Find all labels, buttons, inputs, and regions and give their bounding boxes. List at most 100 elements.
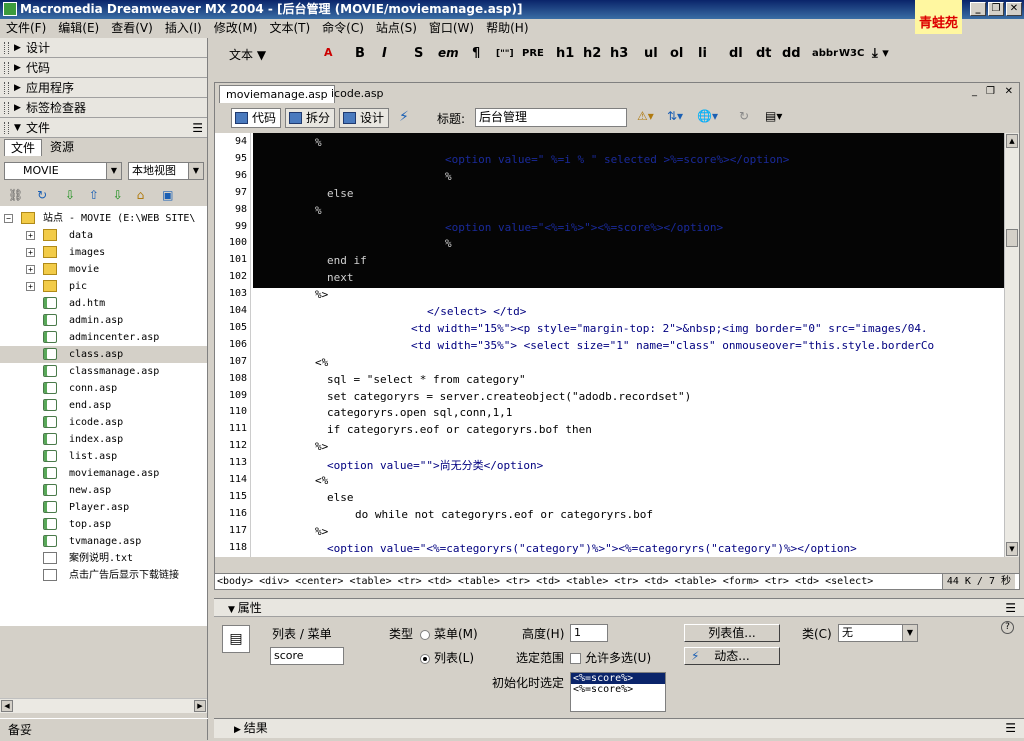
dynamic-button[interactable]: ⚡ 动态... xyxy=(684,647,780,665)
tree-file[interactable]: index.asp xyxy=(43,431,123,448)
panel-design[interactable]: ▶ 设计 xyxy=(0,38,207,58)
code-line[interactable]: % xyxy=(445,237,452,250)
code-line[interactable]: </select> </td> xyxy=(427,305,526,318)
code-line[interactable]: do while not categoryrs.eof or categoryr… xyxy=(355,508,653,521)
tree-file[interactable]: top.asp xyxy=(43,516,111,533)
h1-button[interactable]: h1 xyxy=(556,46,574,61)
results-panel-header[interactable]: ▶ 结果 ☰ xyxy=(214,718,1024,738)
code-line[interactable]: <option value="<%=categoryrs("category")… xyxy=(327,542,857,555)
design-view-button[interactable]: 设计 xyxy=(339,108,390,128)
get-files-icon[interactable]: ⇩ xyxy=(65,188,75,202)
tree-file[interactable]: new.asp xyxy=(43,482,111,499)
pre-button[interactable]: PRE xyxy=(522,48,544,59)
class-select[interactable]: 无 ▼ xyxy=(838,624,918,642)
scroll-down-icon[interactable]: ▼ xyxy=(1006,542,1018,556)
ul-button[interactable]: ul xyxy=(644,46,658,61)
tree-file[interactable]: moviemanage.asp xyxy=(43,465,159,482)
abbr-button[interactable]: abbr xyxy=(812,48,838,59)
tab-icode[interactable]: icode.asp xyxy=(325,85,390,103)
code-line[interactable]: if categoryrs.eof or categoryrs.bof then xyxy=(327,423,592,436)
tree-folder[interactable]: + images xyxy=(26,244,105,261)
scroll-thumb[interactable] xyxy=(1006,229,1018,247)
code-line[interactable]: categoryrs.open sql,conn,1,1 xyxy=(327,406,512,419)
expand-panel-icon[interactable]: ▣ xyxy=(162,188,173,202)
code-line[interactable]: %> xyxy=(315,440,328,453)
menu-insert[interactable]: 插入(I) xyxy=(159,19,208,38)
code-line[interactable]: end if xyxy=(327,254,367,267)
download-icon[interactable]: ⤓ ▾ xyxy=(872,46,889,61)
panel-files[interactable]: ▼ 文件 ☰ xyxy=(0,118,207,138)
tree-file[interactable]: 案例说明.txt xyxy=(43,550,133,567)
code-line[interactable]: else xyxy=(327,187,354,200)
initial-selection-list[interactable]: <%=score%> <%=score%> xyxy=(570,672,666,712)
code-line[interactable]: %> xyxy=(315,288,328,301)
tree-file[interactable]: end.asp xyxy=(43,397,111,414)
tree-folder[interactable]: + pic xyxy=(26,278,87,295)
italic-button[interactable]: I xyxy=(382,46,387,61)
height-input[interactable]: 1 xyxy=(570,624,608,642)
menu-view[interactable]: 查看(V) xyxy=(105,19,159,38)
expand-icon[interactable]: + xyxy=(26,247,35,257)
tab-moviemanage[interactable]: moviemanage.asp xyxy=(219,85,335,103)
h2-button[interactable]: h2 xyxy=(583,46,601,61)
code-line[interactable]: <option value="">尚无分类</option> xyxy=(327,457,543,473)
minimize-button[interactable]: _ xyxy=(970,2,986,16)
collapse-icon[interactable]: − xyxy=(4,213,13,223)
menu-radio[interactable]: 菜单(M) xyxy=(420,625,478,642)
menu-edit[interactable]: 编辑(E) xyxy=(52,19,105,38)
ol-button[interactable]: ol xyxy=(670,46,683,61)
panel-options-icon[interactable]: ☰ xyxy=(192,118,203,138)
panel-application[interactable]: ▶ 应用程序 xyxy=(0,78,207,98)
view-select[interactable]: 本地视图 ▼ xyxy=(128,162,204,180)
refresh-icon[interactable]: ↻ xyxy=(37,188,47,202)
live-data-icon[interactable]: ⚡ xyxy=(399,109,409,125)
insert-category-dropdown[interactable]: 文本 ▼ xyxy=(229,46,266,63)
menu-help[interactable]: 帮助(H) xyxy=(480,19,534,38)
bold-button[interactable]: B xyxy=(355,46,365,61)
expand-icon[interactable]: + xyxy=(26,264,35,274)
code-line[interactable]: <td width="15%"><p style="margin-top: 2"… xyxy=(411,322,928,335)
check-out-icon[interactable]: ⇩ xyxy=(113,188,123,202)
tree-hscrollbar[interactable]: ◀ ▶ xyxy=(0,698,207,713)
menu-site[interactable]: 站点(S) xyxy=(370,19,423,38)
strong-button[interactable]: S xyxy=(414,46,423,61)
dd-button[interactable]: dd xyxy=(782,46,801,61)
dl-button[interactable]: dl xyxy=(729,46,743,61)
tab-files[interactable]: 文件 xyxy=(4,139,43,156)
em-button[interactable]: em xyxy=(438,46,459,60)
code-line[interactable]: <option value=" %=i % " selected >%=scor… xyxy=(445,153,789,166)
tree-file[interactable]: list.asp xyxy=(43,448,117,465)
scroll-left-icon[interactable]: ◀ xyxy=(1,700,13,712)
file-management-icon[interactable]: ⇅▾ xyxy=(667,109,683,123)
menu-window[interactable]: 窗口(W) xyxy=(423,19,480,38)
panel-options-icon[interactable]: ☰ xyxy=(1005,719,1016,738)
tree-folder[interactable]: + data xyxy=(26,227,93,244)
panel-options-icon[interactable]: ☰ xyxy=(1005,599,1016,617)
doc-close-icon[interactable]: ✕ xyxy=(1005,86,1013,97)
tree-root[interactable]: − 站点 - MOVIE (E:\WEB SITE\ xyxy=(4,210,195,227)
allow-multiple-checkbox[interactable]: 允许多选(U) xyxy=(570,649,651,666)
help-icon[interactable]: ? xyxy=(1001,621,1014,634)
tree-file-selected[interactable]: class.asp xyxy=(0,346,207,363)
doc-restore-icon[interactable]: ❐ xyxy=(986,86,995,97)
li-button[interactable]: li xyxy=(698,46,707,61)
code-view-button[interactable]: 代码 xyxy=(231,108,282,128)
paragraph-button[interactable]: ¶ xyxy=(472,46,480,61)
menu-text[interactable]: 文本(T) xyxy=(263,19,316,38)
tree-file[interactable]: admin.asp xyxy=(43,312,123,329)
doc-title-input[interactable]: 后台管理 xyxy=(475,108,627,127)
h3-button[interactable]: h3 xyxy=(610,46,628,61)
put-files-icon[interactable]: ⇧ xyxy=(89,188,99,202)
blockquote-button[interactable]: [""] xyxy=(496,49,514,59)
tree-file[interactable]: conn.asp xyxy=(43,380,117,397)
scroll-right-icon[interactable]: ▶ xyxy=(194,700,206,712)
tree-file[interactable]: admincenter.asp xyxy=(43,329,159,346)
list-values-button[interactable]: 列表值... xyxy=(684,624,780,642)
menu-commands[interactable]: 命令(C) xyxy=(316,19,370,38)
preview-browser-icon[interactable]: 🌐▾ xyxy=(697,109,718,123)
panel-tag-inspector[interactable]: ▶ 标签检查器 xyxy=(0,98,207,118)
tree-file[interactable]: tvmanage.asp xyxy=(43,533,141,550)
code-line[interactable]: else xyxy=(327,491,354,504)
code-line[interactable]: set categoryrs = server.createobject("ad… xyxy=(327,390,691,403)
tree-file[interactable]: ad.htm xyxy=(43,295,105,312)
